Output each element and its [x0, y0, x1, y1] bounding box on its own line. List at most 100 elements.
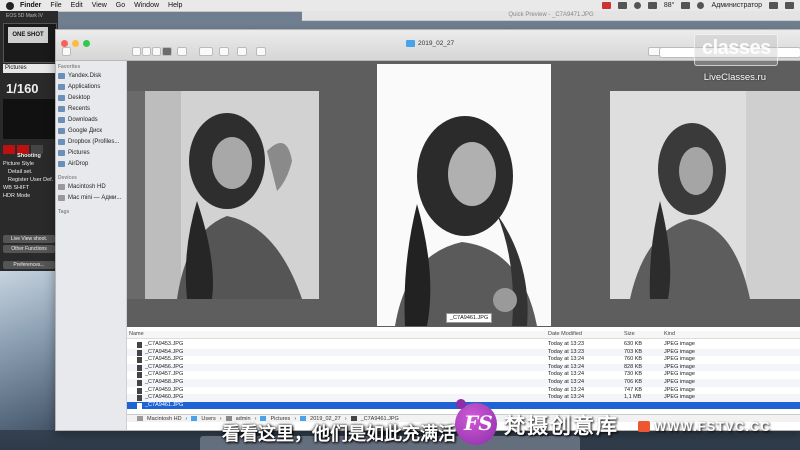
wb-shift-label[interactable]: WB SHIFT [3, 185, 55, 191]
sidebar-item-label: Pictures [68, 150, 90, 156]
sidebar-item-pictures[interactable]: Pictures [58, 150, 90, 156]
sync-icon[interactable] [633, 2, 641, 9]
finder-sidebar: Favorites Yandex.Disk Applications Deskt… [56, 61, 127, 430]
list-header: Name Date Modified Size Kind [127, 331, 800, 339]
sidebar-item-downloads[interactable]: Downloads [58, 117, 98, 123]
drive-icon [58, 128, 65, 134]
desktop-icon [58, 95, 65, 101]
brand-dot-icon [456, 399, 466, 409]
folder-icon [406, 40, 415, 47]
dropbox-icon [58, 139, 65, 145]
favorites-header: Favorites [58, 64, 81, 70]
path-item[interactable]: Users [201, 416, 215, 422]
wifi-icon[interactable] [681, 2, 691, 9]
minimize-icon[interactable] [72, 40, 79, 47]
camera-model: EOS 5D Mark IV [6, 13, 43, 19]
icon-view-button[interactable] [132, 47, 141, 56]
table-row[interactable]: _C7A9455.JPG Today at 13:24 760 KB JPEG ima… [127, 356, 800, 364]
folder-select[interactable]: Pictures [3, 64, 55, 73]
window-controls [61, 40, 90, 47]
sidebar-item-macintosh-hd[interactable]: Macintosh HD [58, 184, 106, 190]
file-name-cell: _C7A9455.JPG [145, 356, 184, 363]
list-view-button[interactable] [142, 47, 151, 56]
finder-window: 2019_02_27 Favorites Yandex.Disk Applica… [55, 29, 800, 431]
tag-icon[interactable] [237, 47, 247, 56]
display-icon[interactable] [647, 2, 657, 9]
shutter-speed[interactable]: 1/160 [6, 81, 39, 96]
sidebar-item-recents[interactable]: Recents [58, 106, 90, 112]
zoom-icon[interactable] [83, 40, 90, 47]
record-icon[interactable] [601, 2, 611, 9]
new-folder-icon[interactable] [256, 47, 266, 56]
quick-preview-title: Quick Preview - _C7A9471.JPG [302, 11, 800, 21]
share-icon[interactable] [219, 47, 229, 56]
size-cell: 703 KB [624, 348, 643, 355]
menu-view[interactable]: View [92, 2, 107, 9]
path-item[interactable]: Macintosh HD [147, 416, 182, 422]
menu-go[interactable]: Go [116, 2, 125, 9]
list-icon[interactable] [785, 2, 794, 9]
battery-label[interactable]: 88° [664, 2, 675, 9]
close-icon[interactable] [61, 40, 68, 47]
table-row[interactable]: _C7A9457.JPG Today at 13:24 730 KB JPEG ima… [127, 371, 800, 379]
back-button[interactable] [62, 47, 71, 56]
live-view-button[interactable]: Live View shoot. [3, 235, 55, 243]
group-button[interactable] [177, 47, 187, 56]
preview-image-current[interactable] [377, 64, 551, 326]
action-gear-icon[interactable] [199, 47, 213, 56]
column-kind-header[interactable]: Kind [664, 331, 675, 338]
size-cell: 760 KB [624, 356, 643, 363]
sidebar-item-airdrop[interactable]: AirDrop [58, 161, 88, 167]
kind-cell: JPEG image [664, 341, 695, 347]
sidebar-item-google-drive[interactable]: Google Диск [58, 128, 102, 134]
menu-edit[interactable]: Edit [71, 2, 83, 9]
table-row[interactable]: _C7A9456.JPG Today at 13:24 828 KB JPEG ima… [127, 363, 800, 372]
menu-finder[interactable]: Finder [20, 2, 41, 9]
applications-icon [58, 84, 65, 90]
menu-file[interactable]: File [50, 2, 61, 9]
sidebar-item-label: Yandex.Disk [68, 73, 102, 79]
hdr-mode-label[interactable]: HDR Mode [3, 193, 55, 199]
sidebar-item-mac-mini[interactable]: Mac mini — Адми... [58, 195, 121, 201]
other-functions-button[interactable]: Other Functions [3, 245, 55, 253]
detail-set-label[interactable]: Detail set. [3, 169, 55, 175]
cloud-icon [58, 73, 65, 79]
column-name-header[interactable]: Name [129, 331, 144, 338]
shooting-section: Shooting [17, 153, 41, 159]
menu-help[interactable]: Help [168, 2, 182, 9]
sidebar-item-desktop[interactable]: Desktop [58, 95, 90, 101]
table-row[interactable]: _C7A9458.JPG Today at 13:24 706 KB JPEG ima… [127, 379, 800, 387]
kind-cell: JPEG image [664, 363, 695, 370]
column-size-header[interactable]: Size [624, 331, 635, 338]
sidebar-item-yandex[interactable]: Yandex.Disk [58, 73, 101, 79]
search-icon[interactable] [769, 2, 778, 9]
desktop-wallpaper-detail [0, 270, 60, 430]
menu-window[interactable]: Window [134, 2, 159, 9]
column-view-button[interactable] [152, 47, 161, 56]
apple-icon[interactable] [6, 1, 14, 10]
jpeg-file-icon [137, 364, 142, 371]
table-row[interactable]: _C7A9454.JPG Today at 13:23 703 KB JPEG ima… [127, 348, 800, 357]
jpeg-file-icon [137, 342, 142, 348]
user-menu[interactable]: Администратор [711, 2, 762, 9]
volume-icon[interactable] [697, 2, 705, 9]
sidebar-item-applications[interactable]: Applications [58, 84, 100, 90]
brand-logo-text: FS [464, 411, 493, 435]
clock-icon [58, 106, 65, 112]
jpeg-file-icon [137, 395, 142, 402]
sidebar-item-label: Macintosh HD [68, 184, 106, 190]
picture-style-label[interactable]: Picture Style [3, 161, 55, 167]
sidebar-item-label: AirDrop [68, 161, 89, 167]
file-name-cell: _C7A9453.JPG [145, 341, 184, 347]
table-row[interactable]: _C7A9453.JPG Today at 13:23 630 KB JPEG ima… [127, 341, 800, 349]
table-row[interactable]: _C7A9459.JPG Today at 13:24 747 KB JPEG ima… [127, 387, 800, 395]
sidebar-item-dropbox[interactable]: Dropbox (Profiles... [58, 139, 119, 145]
preview-image-next[interactable] [610, 91, 800, 299]
kind-cell: JPEG image [664, 348, 695, 355]
column-date-header[interactable]: Date Modified [548, 331, 582, 338]
gallery-view-button[interactable] [162, 47, 172, 56]
dropbox-status-icon[interactable] [617, 2, 627, 9]
register-user-label[interactable]: Register User Def. [3, 177, 55, 183]
preferences-button[interactable]: Preferences... [3, 261, 55, 269]
preview-image-prev[interactable] [127, 91, 319, 299]
